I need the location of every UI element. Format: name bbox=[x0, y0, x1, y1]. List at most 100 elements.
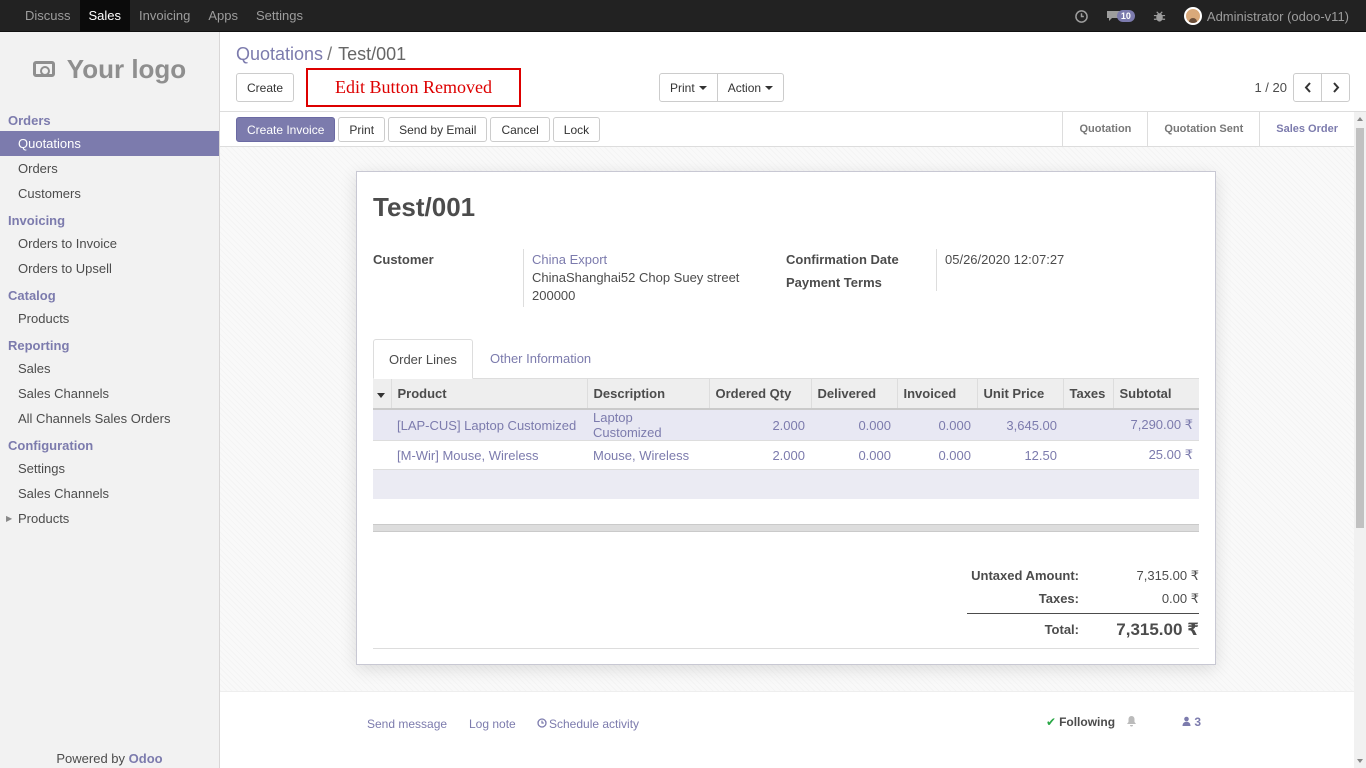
form-sheet: Test/001 Customer China Export ChinaShan… bbox=[356, 171, 1216, 665]
followers-count: 3 bbox=[1194, 715, 1202, 729]
form-statusbar: Create Invoice Print Send by Email Cance… bbox=[220, 112, 1354, 147]
activity-clock-icon[interactable] bbox=[1075, 9, 1088, 23]
debug-bug-icon[interactable] bbox=[1153, 10, 1166, 23]
col-taxes[interactable]: Taxes bbox=[1062, 379, 1113, 410]
sidebar-item-customers[interactable]: Customers bbox=[0, 181, 219, 206]
line-unit-price[interactable]: 12.50 bbox=[977, 440, 1063, 470]
notebook-tabs: Order Lines Other Information bbox=[373, 339, 1199, 379]
col-subtotal[interactable]: Subtotal bbox=[1112, 379, 1199, 410]
scroll-up-arrow-icon[interactable] bbox=[1357, 117, 1363, 121]
vertical-scrollbar[interactable] bbox=[1354, 112, 1366, 768]
menu-discuss[interactable]: Discuss bbox=[16, 0, 80, 32]
col-delivered[interactable]: Delivered bbox=[810, 379, 897, 410]
scroll-down-arrow-icon[interactable] bbox=[1357, 759, 1363, 763]
table-row[interactable]: [M-Wir] Mouse, Wireless Mouse, Wireless … bbox=[373, 440, 1199, 470]
sidebar-item-report-sales[interactable]: Sales bbox=[0, 356, 219, 381]
line-description[interactable]: Laptop Customized bbox=[587, 408, 709, 441]
line-delivered[interactable]: 0.000 bbox=[811, 440, 897, 470]
sidebar-item-quotations[interactable]: Quotations bbox=[0, 131, 219, 156]
sidebar-section-orders: Orders bbox=[8, 113, 51, 128]
col-invoiced[interactable]: Invoiced bbox=[896, 379, 977, 410]
print-dropdown[interactable]: Print bbox=[659, 73, 718, 102]
statusbar-buttons: Create Invoice Print Send by Email Cance… bbox=[236, 117, 601, 142]
step-sales-order[interactable]: Sales Order bbox=[1259, 112, 1354, 146]
breadcrumb-quotations[interactable]: Quotations bbox=[236, 44, 323, 64]
avatar bbox=[1183, 7, 1202, 25]
sidebar-item-config-sales-channels[interactable]: Sales Channels bbox=[0, 481, 219, 506]
print-dropdown-label: Print bbox=[670, 80, 695, 95]
send-message-button[interactable]: Send message bbox=[367, 717, 447, 731]
line-delivered[interactable]: 0.000 bbox=[811, 408, 897, 441]
messages-badge: 10 bbox=[1116, 10, 1135, 22]
sidebar-item-orders[interactable]: Orders bbox=[0, 156, 219, 181]
line-unit-price[interactable]: 3,645.00 bbox=[977, 408, 1063, 441]
customer-link[interactable]: China Export bbox=[532, 252, 607, 267]
lock-button[interactable]: Lock bbox=[552, 117, 601, 142]
line-description[interactable]: Mouse, Wireless bbox=[587, 440, 709, 470]
step-quotation[interactable]: Quotation bbox=[1063, 112, 1147, 146]
cancel-button[interactable]: Cancel bbox=[490, 117, 550, 142]
create-invoice-button[interactable]: Create Invoice bbox=[236, 117, 336, 142]
record-title: Test/001 bbox=[373, 192, 476, 222]
following-label: Following bbox=[1059, 715, 1116, 729]
sidebar-item-orders-to-invoice[interactable]: Orders to Invoice bbox=[0, 231, 219, 256]
col-description[interactable]: Description bbox=[586, 379, 709, 410]
tab-order-lines[interactable]: Order Lines bbox=[373, 339, 473, 379]
sort-toggle[interactable] bbox=[373, 379, 391, 410]
sidebar-item-config-products[interactable]: ▶ Products bbox=[0, 506, 219, 531]
sidebar-item-config-settings[interactable]: Settings bbox=[0, 456, 219, 481]
line-ordered-qty[interactable]: 2.000 bbox=[709, 408, 811, 441]
menu-sales[interactable]: Sales bbox=[79, 0, 131, 32]
empty-row bbox=[373, 469, 1199, 499]
log-note-button[interactable]: Log note bbox=[469, 717, 516, 731]
send-by-email-button[interactable]: Send by Email bbox=[388, 117, 488, 142]
customer-address-zip: 200000 bbox=[532, 288, 576, 303]
customer-label: Customer bbox=[373, 252, 434, 267]
line-ordered-qty[interactable]: 2.000 bbox=[709, 440, 811, 470]
col-unit-price[interactable]: Unit Price bbox=[976, 379, 1063, 410]
line-product[interactable]: [M-Wir] Mouse, Wireless bbox=[391, 440, 587, 470]
bell-icon[interactable] bbox=[1126, 715, 1137, 730]
scrollbar-thumb[interactable] bbox=[1356, 128, 1364, 528]
followers-button[interactable]: 3 bbox=[1182, 715, 1201, 729]
step-quotation-sent[interactable]: Quotation Sent bbox=[1147, 112, 1259, 146]
pager-previous-button[interactable] bbox=[1293, 73, 1322, 102]
sidebar-item-products[interactable]: Products bbox=[0, 306, 219, 331]
pager-next-button[interactable] bbox=[1321, 73, 1350, 102]
taxes-value: 0.00 ₹ bbox=[1161, 590, 1199, 606]
customer-address-line: ChinaShanghai52 Chop Suey street bbox=[532, 270, 740, 285]
table-row[interactable]: [LAP-CUS] Laptop Customized Laptop Custo… bbox=[373, 408, 1199, 441]
line-invoiced[interactable]: 0.000 bbox=[897, 440, 977, 470]
following-button[interactable]: ✔ Following bbox=[1046, 715, 1115, 729]
line-product[interactable]: [LAP-CUS] Laptop Customized bbox=[391, 408, 587, 441]
tab-other-information[interactable]: Other Information bbox=[475, 339, 606, 379]
schedule-activity-button[interactable]: Schedule activity bbox=[537, 717, 639, 731]
sidebar-item-all-channels-sales-orders[interactable]: All Channels Sales Orders bbox=[0, 406, 219, 431]
user-menu[interactable]: Administrator (odoo-v11) bbox=[1183, 7, 1349, 25]
breadcrumb: Quotations / Test/001 bbox=[236, 44, 406, 65]
col-product[interactable]: Product bbox=[390, 379, 587, 410]
line-invoiced[interactable]: 0.000 bbox=[897, 408, 977, 441]
menu-invoicing[interactable]: Invoicing bbox=[130, 0, 199, 32]
total-value: 7,315.00 ₹ bbox=[1116, 619, 1199, 639]
line-taxes[interactable] bbox=[1063, 440, 1113, 470]
pager-value[interactable]: 1 / 20 bbox=[1254, 80, 1287, 95]
action-dropdown[interactable]: Action bbox=[716, 73, 785, 102]
untaxed-label: Untaxed Amount: bbox=[971, 568, 1079, 583]
control-panel: Quotations / Test/001 Create Edit Button R… bbox=[220, 32, 1366, 112]
breadcrumb-current: Test/001 bbox=[338, 44, 407, 64]
payment-terms-label: Payment Terms bbox=[786, 275, 882, 290]
line-subtotal: 25.00 ₹ bbox=[1113, 440, 1199, 470]
print-button[interactable]: Print bbox=[338, 117, 386, 142]
powered-brand-link[interactable]: Odoo bbox=[129, 751, 163, 766]
menu-apps[interactable]: Apps bbox=[199, 0, 247, 32]
menu-settings[interactable]: Settings bbox=[247, 0, 312, 32]
sidebar-item-orders-to-upsell[interactable]: Orders to Upsell bbox=[0, 256, 219, 281]
sidebar: Your logo Orders Quotations Orders Custo… bbox=[0, 32, 220, 768]
sidebar-item-report-sales-channels[interactable]: Sales Channels bbox=[0, 381, 219, 406]
col-ordered-qty[interactable]: Ordered Qty bbox=[708, 379, 811, 410]
line-taxes[interactable] bbox=[1063, 408, 1113, 441]
untaxed-value: 7,315.00 ₹ bbox=[1136, 567, 1200, 583]
messages-menu[interactable]: 10 bbox=[1106, 10, 1135, 22]
create-button[interactable]: Create bbox=[236, 73, 295, 102]
